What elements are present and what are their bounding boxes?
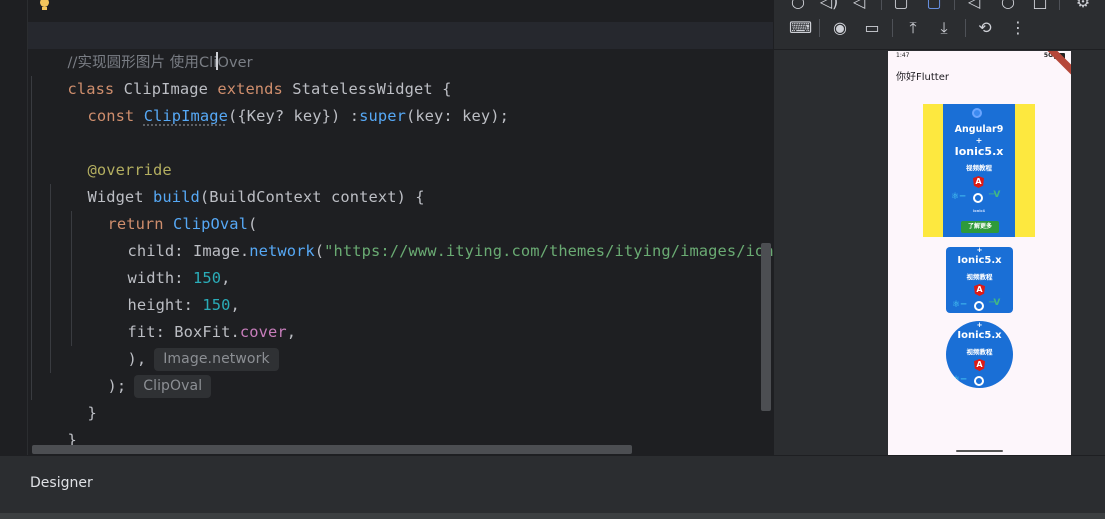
close-brace: } <box>87 404 97 422</box>
upload-icon[interactable]: ⤒ <box>903 20 923 36</box>
toolbar-separator <box>819 19 820 37</box>
volume-up-icon[interactable]: ◁) <box>819 0 839 10</box>
paren: ( <box>314 242 325 260</box>
status-bar: 1:47 5G <box>888 51 1071 63</box>
lightbulb-icon[interactable] <box>38 0 50 12</box>
volume-down-icon[interactable]: ◁ <box>849 0 869 10</box>
power-icon[interactable]: ○ <box>788 0 808 10</box>
code-line-15[interactable]: } <box>30 400 77 449</box>
toolbar-divider <box>774 49 1105 50</box>
designer-tool-window[interactable]: Designer <box>0 455 1105 513</box>
vue-logo-icon: ─V <box>989 190 1000 200</box>
gesture-home-bar[interactable] <box>956 450 1003 452</box>
network-image-clipoval: + Ionic5.x 视频教程 A ⚛ ─ <box>946 321 1013 388</box>
emulator-panel: ○ ◁) ◁ ▢ ▢ ◁ ○ □ ⚙ ⌨ ◉ ▭ ⤒ ⤓ ⟲ ⋮ 1:47 5G… <box>773 0 1105 455</box>
camera-icon[interactable]: ◉ <box>830 20 850 36</box>
toolbar-separator <box>965 19 966 37</box>
poster-small-label: ionic4 <box>973 209 985 213</box>
poster-plus: + <box>975 136 983 145</box>
poster-title-ionic: Ionic5.x <box>957 330 1002 341</box>
toolbar-separator <box>892 19 893 37</box>
learn-more-badge: 了解更多 <box>961 221 999 233</box>
code-line-6[interactable]: Widget build(BuildContext context) { <box>50 157 425 206</box>
keyword-super: super <box>359 107 406 125</box>
poster-title-ionic: Ionic5.x <box>954 145 1004 158</box>
appbar-title: 你好Flutter <box>896 72 949 83</box>
settings-gear-icon[interactable]: ⚙ <box>1073 0 1093 10</box>
ionic-logo-icon <box>974 301 984 311</box>
ionic-ring-icon <box>972 108 982 118</box>
framework-logos: ⚛ ─ <box>951 192 965 202</box>
network-fn: network <box>249 242 315 260</box>
gutter-divider <box>27 0 28 455</box>
editor-gutter <box>0 0 28 455</box>
video-record-icon[interactable]: ▭ <box>862 20 882 36</box>
code-line-11[interactable]: fit: BoxFit.cover, <box>90 292 296 341</box>
home-icon[interactable]: ○ <box>998 0 1018 10</box>
vue-logo-icon: ─V <box>989 298 1000 308</box>
code-line-2[interactable]: class ClipImage extends StatelessWidget … <box>30 49 452 98</box>
status-strip <box>0 513 1105 519</box>
more-options-icon[interactable]: ⋮ <box>1008 20 1028 36</box>
code-line-10[interactable]: height: 150, <box>90 265 240 314</box>
angular-logo-icon: A <box>974 284 985 296</box>
framework-logos: ⚛ ─ <box>952 300 966 310</box>
vertical-scrollbar[interactable] <box>761 243 771 411</box>
toolbar-separator <box>881 0 882 10</box>
download-icon[interactable]: ⤓ <box>934 20 954 36</box>
code-line-5[interactable]: @override <box>50 130 172 179</box>
toolbar-separator <box>954 0 955 10</box>
horizontal-scrollbar[interactable] <box>32 445 632 454</box>
status-time: 1:47 <box>896 52 910 59</box>
keyword-const: const <box>87 107 135 125</box>
framework-logos: ⚛ ─ <box>952 375 966 385</box>
inlay-hint-clipoval[interactable]: ClipOval <box>134 375 212 398</box>
code-line-3[interactable]: const ClipImage({Key? key}) :super(key: … <box>50 76 509 125</box>
angular-logo-icon: A <box>973 176 984 188</box>
code-line-14[interactable]: } <box>50 373 97 422</box>
poster-subtitle: 视频教程 <box>966 164 992 172</box>
network-image-rounded: + Ionic5.x 视频教程 A ⚛ ─ ─V <box>946 247 1013 313</box>
code-line-7[interactable]: return ClipOval( <box>70 184 257 233</box>
rotate-right-icon[interactable]: ▢ <box>924 0 944 10</box>
toolbar-separator <box>1059 0 1060 10</box>
code-line-8[interactable]: child: Image.network("https://www.itying… <box>90 211 773 260</box>
poster-plus: + <box>976 247 983 254</box>
ionic-logo-icon <box>974 376 984 386</box>
back-icon[interactable]: ◁ <box>964 0 984 10</box>
keyboard-icon[interactable]: ⌨ <box>789 20 812 36</box>
angular-logo-icon: A <box>974 359 985 371</box>
code-line-13[interactable]: ); ClipOval <box>70 346 212 398</box>
ionic-logo-icon <box>973 193 983 203</box>
designer-tab[interactable]: Designer <box>30 475 93 491</box>
constructor-params: ({Key? key}) : <box>227 107 360 125</box>
code-line-12[interactable]: ), Image.network <box>90 319 279 371</box>
code-line-9[interactable]: width: 150, <box>90 238 231 287</box>
poster-subtitle: 视频教程 <box>966 348 993 356</box>
poster-title-angular: Angular9 <box>954 124 1004 135</box>
constructor-name[interactable]: ClipImage <box>144 107 228 125</box>
overview-icon[interactable]: □ <box>1030 0 1050 10</box>
poster-subtitle: 视频教程 <box>966 273 993 281</box>
super-args: (key: key); <box>405 107 509 125</box>
poster-blue-panel: Angular9 + Ionic5.x 视频教程 A ⚛ ─ ─V ionic4… <box>943 104 1015 237</box>
close-paren: ); <box>107 377 127 395</box>
code-editor[interactable]: //实现圆形图片 使用CliOver class ClipImage exten… <box>0 0 773 455</box>
rotate-left-icon[interactable]: ▢ <box>891 0 911 10</box>
poster-plus: + <box>976 321 983 329</box>
rotate-icon[interactable]: ⟲ <box>975 20 995 36</box>
code-line-1[interactable]: //实现圆形图片 使用CliOver <box>30 22 253 71</box>
phone-screen[interactable]: 1:47 5G 你好Flutter Angular9 + Ionic5.x 视频… <box>888 51 1071 455</box>
network-image-full: Angular9 + Ionic5.x 视频教程 A ⚛ ─ ─V ionic4… <box>923 104 1035 237</box>
comma: , <box>286 323 297 341</box>
url-string: "https://www.itying.com/themes/itying/im… <box>324 242 773 260</box>
poster-title-ionic: Ionic5.x <box>957 255 1002 266</box>
